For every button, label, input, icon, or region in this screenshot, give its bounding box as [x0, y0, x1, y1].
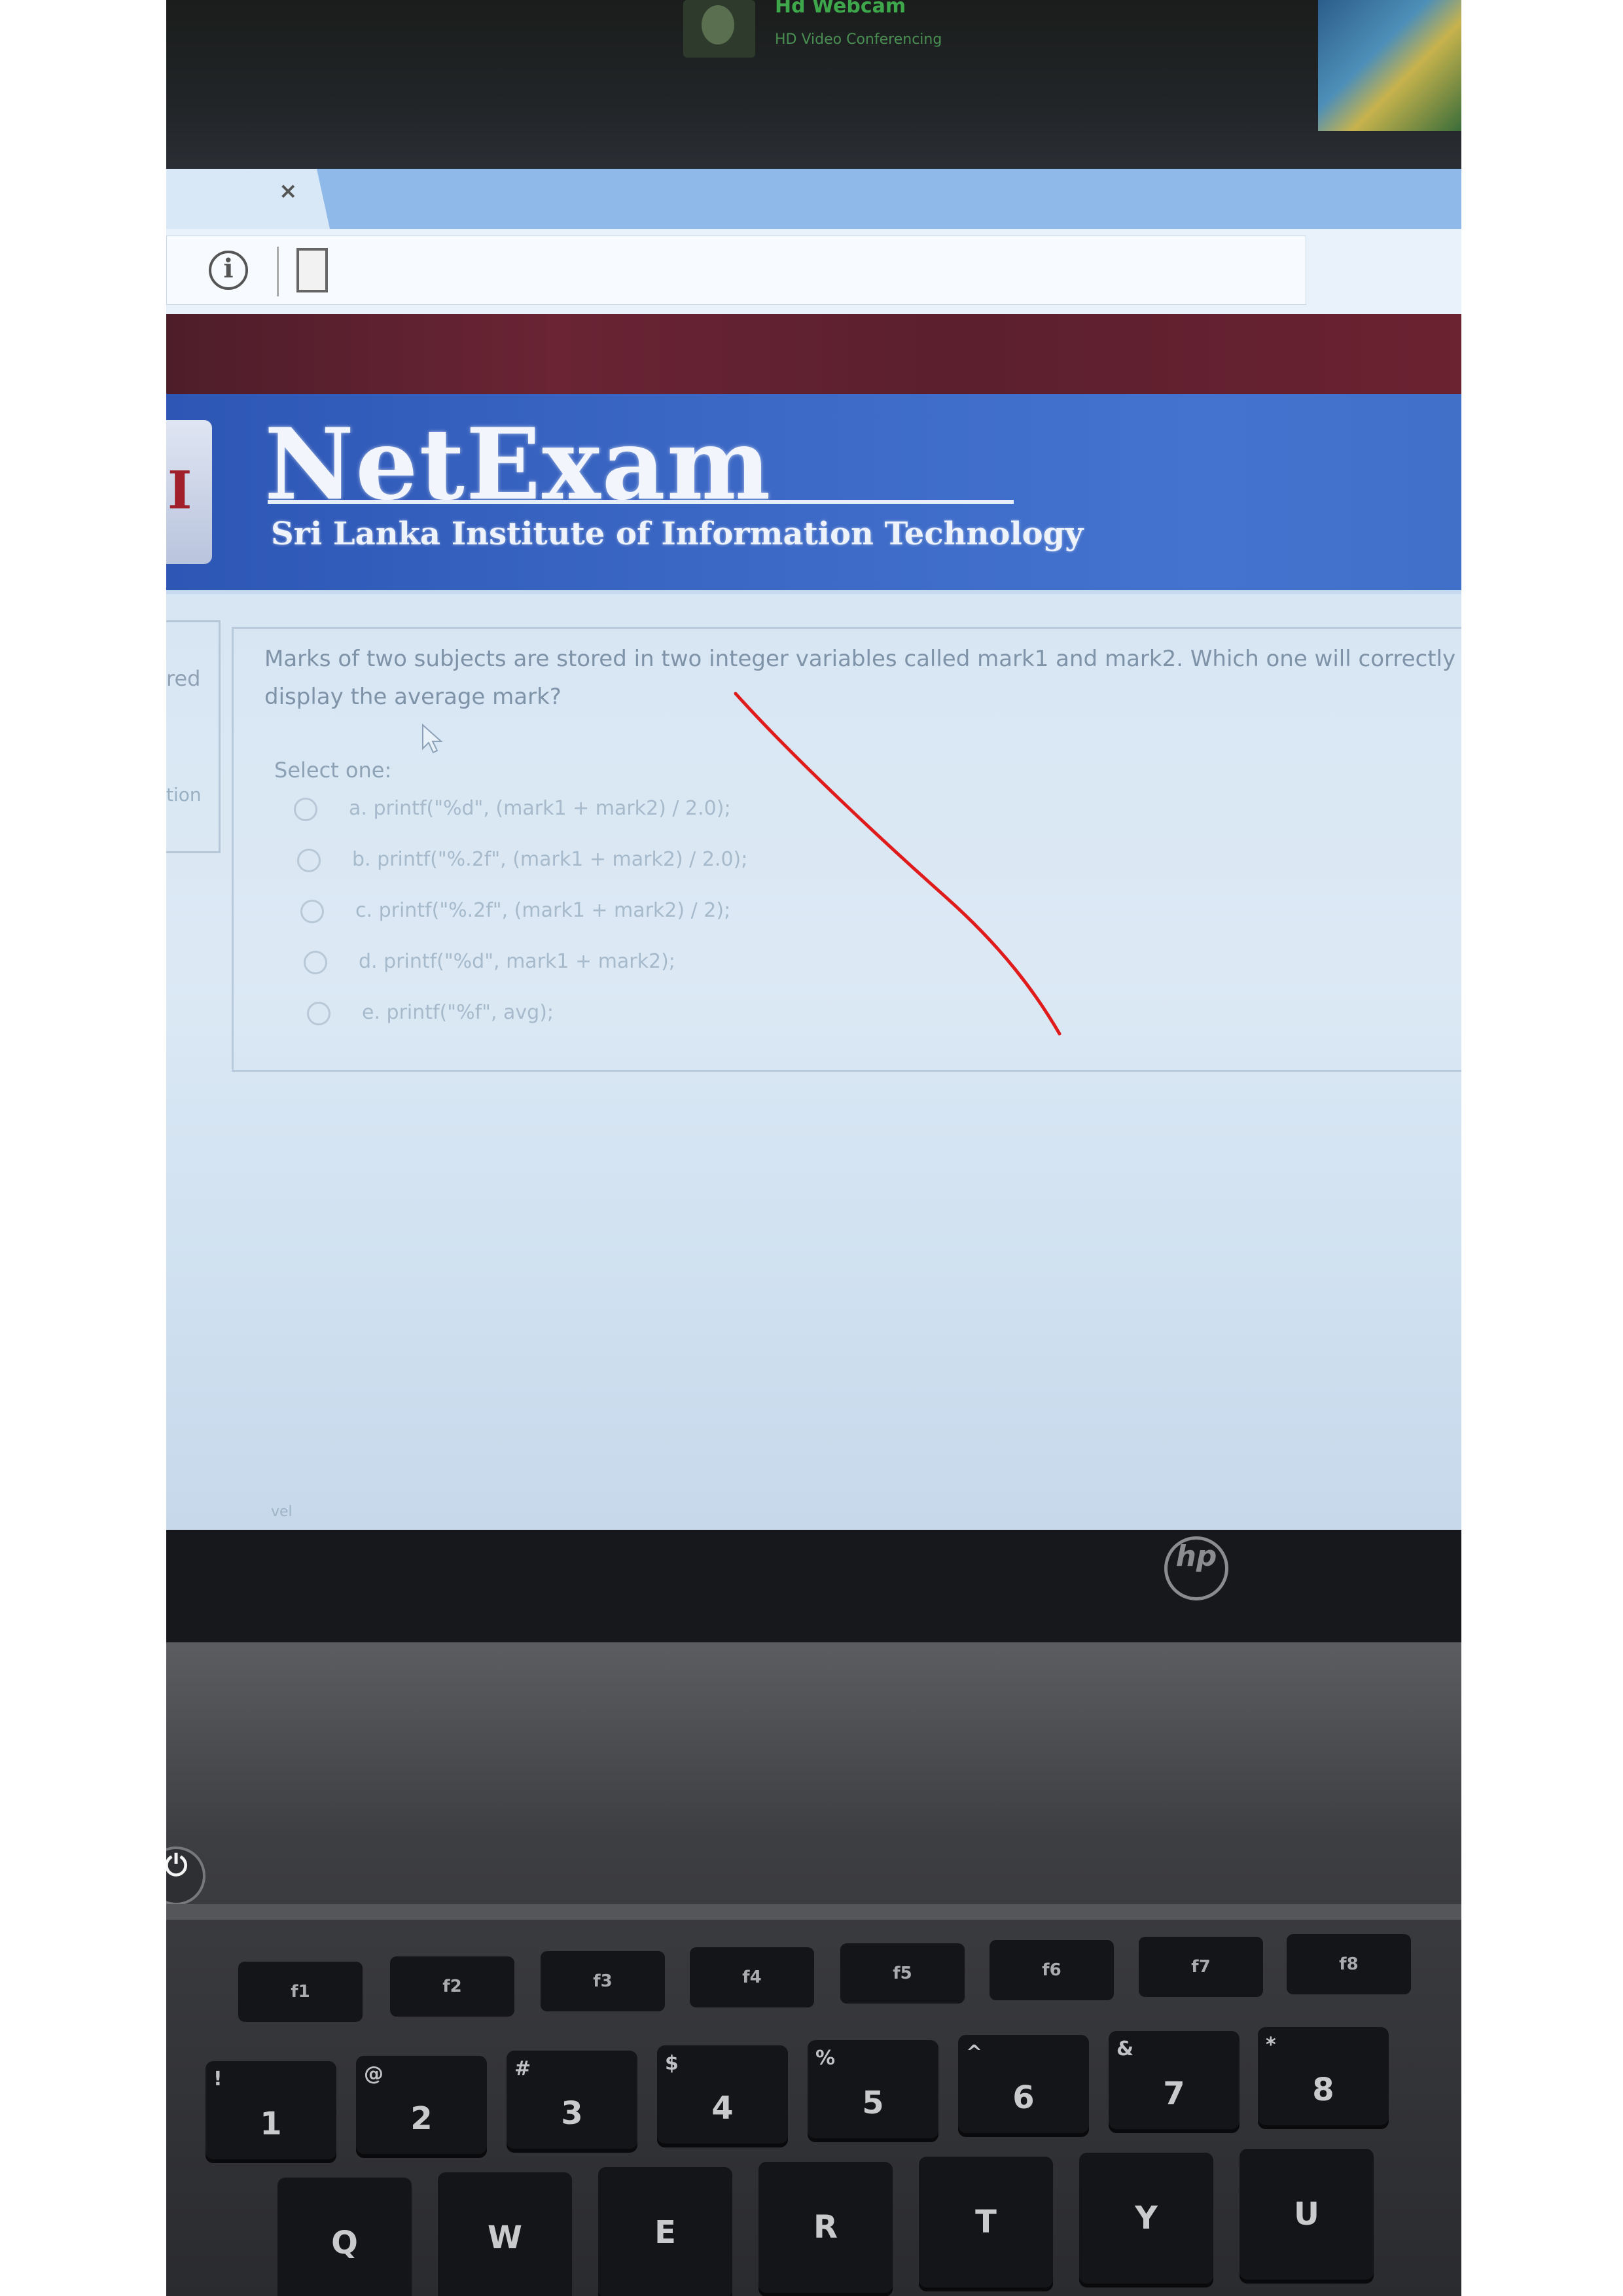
power-button-icon[interactable]: ⏻: [166, 1846, 205, 1905]
radio-button[interactable]: [304, 950, 327, 974]
key-label: 2: [410, 2100, 433, 2137]
key-u[interactable]: U: [1240, 2149, 1374, 2280]
screen-bottom-bezel: hp: [166, 1530, 1461, 1661]
brand-divider: [268, 500, 1014, 504]
key-symbol: #: [514, 2057, 531, 2080]
question-info-panel: [166, 620, 221, 853]
address-separator: [277, 247, 279, 296]
radio-button[interactable]: [297, 848, 321, 872]
footer-text: vel: [271, 1504, 293, 1520]
answer-option[interactable]: d. printf("%d", mark1 + mark2);: [304, 950, 675, 974]
url-field[interactable]: i: [166, 236, 1306, 305]
key-5[interactable]: % 5: [808, 2040, 938, 2138]
webcam-title: Hd Webcam: [775, 0, 906, 18]
radio-button[interactable]: [307, 1001, 330, 1025]
hp-logo-icon: hp: [1164, 1536, 1228, 1600]
key-label: 4: [711, 2090, 734, 2127]
question-status-text: red: [166, 666, 201, 691]
key-2[interactable]: @ 2: [356, 2056, 487, 2154]
answer-option[interactable]: c. printf("%.2f", (mark1 + mark2) / 2);: [300, 899, 730, 923]
browser-tab[interactable]: ×: [166, 169, 330, 229]
webcam-subtitle: HD Video Conferencing: [775, 31, 942, 48]
option-label: b. printf("%.2f", (mark1 + mark2) / 2.0)…: [352, 848, 748, 871]
webcam-icon: [702, 5, 734, 44]
question-text: Marks of two subjects are stored in two …: [264, 646, 1456, 710]
key-label: 5: [862, 2085, 884, 2121]
key-e[interactable]: E: [598, 2167, 732, 2296]
key-symbol: @: [364, 2062, 383, 2085]
answer-option[interactable]: e. printf("%f", avg);: [307, 1001, 554, 1025]
site-header: I NetExam Sri Lanka Institute of Informa…: [166, 394, 1461, 594]
close-tab-icon[interactable]: ×: [279, 178, 298, 204]
key-f4[interactable]: f4: [690, 1947, 814, 2007]
answer-option[interactable]: b. printf("%.2f", (mark1 + mark2) / 2.0)…: [297, 848, 747, 872]
key-f8[interactable]: f8: [1287, 1934, 1411, 1994]
select-one-prompt: Select one:: [274, 758, 392, 783]
webcam-thumbnail: [683, 0, 755, 58]
key-y[interactable]: Y: [1079, 2153, 1213, 2284]
keyboard-deck: ⏻ f1 f2 f3 f4 f5 f6 f7 f8 ! 1 @ 2 # 3 $ …: [166, 1642, 1461, 2296]
flag-question-link[interactable]: tion: [166, 784, 202, 805]
key-f5[interactable]: f5: [840, 1943, 965, 2004]
mouse-pointer-icon: [422, 724, 443, 754]
option-label: d. printf("%d", mark1 + mark2);: [359, 950, 675, 973]
key-8[interactable]: * 8: [1258, 2027, 1389, 2125]
key-symbol: $: [665, 2052, 679, 2075]
key-f3[interactable]: f3: [541, 1951, 665, 2011]
key-symbol: ^: [966, 2041, 983, 2064]
site-brand: NetExam: [264, 407, 772, 522]
address-bar: i: [166, 229, 1461, 315]
key-w[interactable]: W: [438, 2172, 572, 2296]
option-label: c. printf("%.2f", (mark1 + mark2) / 2);: [355, 899, 731, 922]
key-f2[interactable]: f2: [390, 1956, 514, 2017]
key-q[interactable]: Q: [277, 2178, 412, 2296]
speaker-grille: [166, 1904, 1461, 1920]
key-symbol: &: [1116, 2038, 1134, 2060]
key-3[interactable]: # 3: [507, 2051, 637, 2149]
key-f6[interactable]: f6: [990, 1940, 1114, 2000]
option-label: a. printf("%d", (mark1 + mark2) / 2.0);: [349, 797, 731, 820]
key-label: 3: [561, 2095, 583, 2132]
page-document-icon[interactable]: [296, 248, 328, 292]
key-r[interactable]: R: [758, 2162, 893, 2293]
key-6[interactable]: ^ 6: [958, 2035, 1089, 2133]
site-subtitle: Sri Lanka Institute of Information Techn…: [271, 516, 1084, 552]
info-icon[interactable]: i: [209, 251, 248, 290]
key-f7[interactable]: f7: [1139, 1937, 1263, 1997]
sliit-logo[interactable]: I: [166, 420, 212, 564]
key-4[interactable]: $ 4: [657, 2045, 788, 2144]
top-bezel: Hd Webcam HD Video Conferencing: [166, 0, 1461, 170]
key-1[interactable]: ! 1: [205, 2061, 336, 2159]
key-label: 7: [1163, 2075, 1185, 2112]
key-label: 8: [1312, 2072, 1334, 2108]
wall-poster: [1318, 0, 1461, 131]
option-label: e. printf("%f", avg);: [362, 1001, 554, 1024]
site-top-strip: [166, 314, 1461, 394]
key-symbol: %: [815, 2047, 836, 2070]
key-f1[interactable]: f1: [238, 1962, 363, 2022]
photo-of-laptop-screen: Hd Webcam HD Video Conferencing × i I Ne…: [166, 0, 1461, 2296]
radio-button[interactable]: [294, 797, 317, 821]
radio-button[interactable]: [300, 899, 324, 923]
key-label: 1: [260, 2106, 282, 2142]
key-label: 6: [1012, 2079, 1035, 2116]
key-t[interactable]: T: [919, 2157, 1053, 2287]
key-7[interactable]: & 7: [1109, 2031, 1240, 2129]
quiz-content: red tion Marks of two subjects are store…: [166, 594, 1461, 1530]
browser-tab-bar: ×: [166, 169, 1461, 229]
key-symbol: !: [213, 2068, 223, 2091]
key-symbol: *: [1266, 2034, 1276, 2057]
answer-option[interactable]: a. printf("%d", (mark1 + mark2) / 2.0);: [294, 797, 731, 821]
logo-glyph: I: [168, 459, 192, 521]
